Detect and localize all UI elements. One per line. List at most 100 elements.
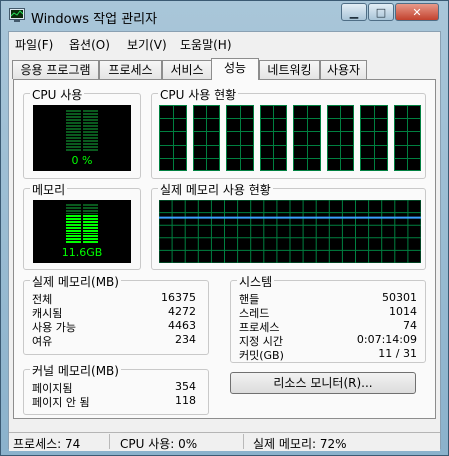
window-client: 파일(F) 옵션(O) 보기(V) 도움말(H) 응용 프로그램 프로세스 서비… <box>8 31 441 451</box>
tab-performance[interactable]: 성능 <box>211 58 259 80</box>
memory-meter-segment <box>83 218 98 221</box>
cpu-meter-segment <box>83 140 98 142</box>
cpu-history-label: CPU 사용 현황 <box>158 86 239 103</box>
cpu-core-graph <box>226 105 254 171</box>
stat-value: 1014 <box>389 305 417 318</box>
memory-group: 메모리 11.6GB <box>23 181 141 270</box>
tab-services[interactable]: 서비스 <box>162 60 212 79</box>
cpu-meter-segment <box>66 149 81 151</box>
memory-meter-segment <box>83 232 98 235</box>
tab-applications[interactable]: 응용 프로그램 <box>12 60 99 79</box>
cpu-core-graph <box>259 105 287 171</box>
cpu-usage-value: 0 % <box>71 154 93 167</box>
cpu-meter-segment <box>83 116 98 118</box>
cpu-meter-segment <box>83 125 98 127</box>
memory-meter-segment <box>66 241 81 243</box>
cpu-meter-segment <box>66 137 81 139</box>
close-icon: ✕ <box>412 6 422 19</box>
stat-value: 0:07:14:09 <box>356 333 417 346</box>
cpu-meter-segment <box>83 119 98 121</box>
status-bar: 프로세스: 74 CPU 사용: 0% 실제 메모리: 72% <box>9 432 440 451</box>
memory-meter-segment <box>66 212 81 215</box>
cpu-history-group: CPU 사용 현황 <box>151 86 426 179</box>
cpu-meter-segment <box>66 134 81 136</box>
physical-memory-label: 실제 메모리(MB) <box>30 273 121 290</box>
cpu-core-graph <box>393 105 421 171</box>
cpu-meter-segment <box>83 131 98 133</box>
cpu-meter-segment <box>83 110 98 112</box>
tab-users[interactable]: 사용자 <box>320 60 367 79</box>
cpu-usage-meter: 0 % <box>33 105 131 171</box>
title-bar[interactable]: Windows 작업 관리자 ▁ □ ✕ <box>1 1 448 31</box>
memory-meter-segment <box>83 224 98 226</box>
memory-meter: 11.6GB <box>33 200 131 263</box>
physical-memory-group: 실제 메모리(MB) 전체 16375 캐시됨 4272 사용 가능 4463 … <box>23 273 209 355</box>
cpu-core-graph <box>360 105 388 171</box>
memory-history-label: 실제 메모리 사용 현황 <box>158 181 273 198</box>
task-manager-icon <box>9 8 25 22</box>
maximize-icon: □ <box>375 6 387 19</box>
tab-networking[interactable]: 네트워킹 <box>259 60 320 79</box>
cpu-core-graph <box>192 105 220 171</box>
status-separator <box>243 434 244 449</box>
resource-monitor-button[interactable]: 리소스 모니터(R)... <box>230 372 416 394</box>
memory-label: 메모리 <box>30 181 68 198</box>
memory-meter-segment <box>83 238 98 241</box>
cpu-meter-segment <box>83 149 98 151</box>
memory-meter-segment <box>83 221 98 223</box>
cpu-meter-segment <box>66 122 81 124</box>
menu-file[interactable]: 파일(F) <box>15 36 53 53</box>
cpu-meter-segment <box>66 131 81 133</box>
cpu-meter-segment <box>66 146 81 148</box>
cpu-meter-segment <box>83 128 98 130</box>
memory-meter-segment <box>66 226 81 229</box>
cpu-core-graph <box>159 105 187 171</box>
menu-view[interactable]: 보기(V) <box>127 36 167 53</box>
cpu-meter-segment <box>83 146 98 148</box>
stat-value: 118 <box>175 394 196 407</box>
memory-meter-segment <box>66 215 81 218</box>
status-processes: 프로세스: 74 <box>13 437 81 451</box>
cpu-meter-segment <box>66 119 81 121</box>
stat-label: 여유 <box>32 335 53 348</box>
memory-meter-segment <box>83 226 98 229</box>
system-label: 시스템 <box>237 273 275 290</box>
maximize-button[interactable]: □ <box>368 3 394 21</box>
minimize-button[interactable]: ▁ <box>341 3 367 21</box>
cpu-meter-segment <box>66 140 81 142</box>
performance-panel: CPU 사용 0 % CPU 사용 현황 메모리 11.6GB 실제 메모리 사… <box>13 79 436 419</box>
status-memory: 실제 메모리: 72% <box>253 437 347 451</box>
cpu-meter-segment <box>83 143 98 145</box>
stat-value: 11 / 31 <box>378 347 417 360</box>
stat-label: 페이지 안 됨 <box>32 396 90 409</box>
tab-processes[interactable]: 프로세스 <box>99 60 162 79</box>
close-button[interactable]: ✕ <box>395 3 439 21</box>
cpu-usage-label: CPU 사용 <box>30 86 85 103</box>
kernel-memory-group: 커널 메모리(MB) 페이지됨 354 페이지 안 됨 118 <box>23 362 209 415</box>
memory-history-graph <box>159 200 421 263</box>
status-cpu: CPU 사용: 0% <box>120 437 198 451</box>
memory-meter-segment <box>66 229 81 232</box>
memory-meter-segment <box>83 209 98 212</box>
memory-meter-segment <box>83 206 98 209</box>
cpu-meter-segment <box>66 128 81 130</box>
cpu-meter-segment <box>66 110 81 112</box>
task-manager-window: Windows 작업 관리자 ▁ □ ✕ 파일(F) 옵션(O) 보기(V) 도… <box>0 0 449 456</box>
menu-help[interactable]: 도움말(H) <box>180 36 232 53</box>
stat-value: 354 <box>175 380 196 393</box>
menu-options[interactable]: 옵션(O) <box>69 36 110 53</box>
memory-meter-segment <box>66 209 81 212</box>
memory-meter-segment <box>83 229 98 232</box>
memory-meter-segment <box>66 204 81 206</box>
cpu-usage-group: CPU 사용 0 % <box>23 86 141 179</box>
cpu-meter-segment <box>66 113 81 115</box>
cpu-core-graph <box>326 105 354 171</box>
memory-meter-segment <box>83 215 98 218</box>
stat-value: 234 <box>175 333 196 346</box>
cpu-meter-segment <box>83 113 98 115</box>
cpu-meter-segment <box>66 125 81 127</box>
memory-meter-segment <box>66 224 81 226</box>
memory-usage-value: 11.6GB <box>61 246 103 259</box>
stat-value: 4272 <box>168 305 196 318</box>
menu-bar: 파일(F) 옵션(O) 보기(V) 도움말(H) <box>9 32 440 54</box>
